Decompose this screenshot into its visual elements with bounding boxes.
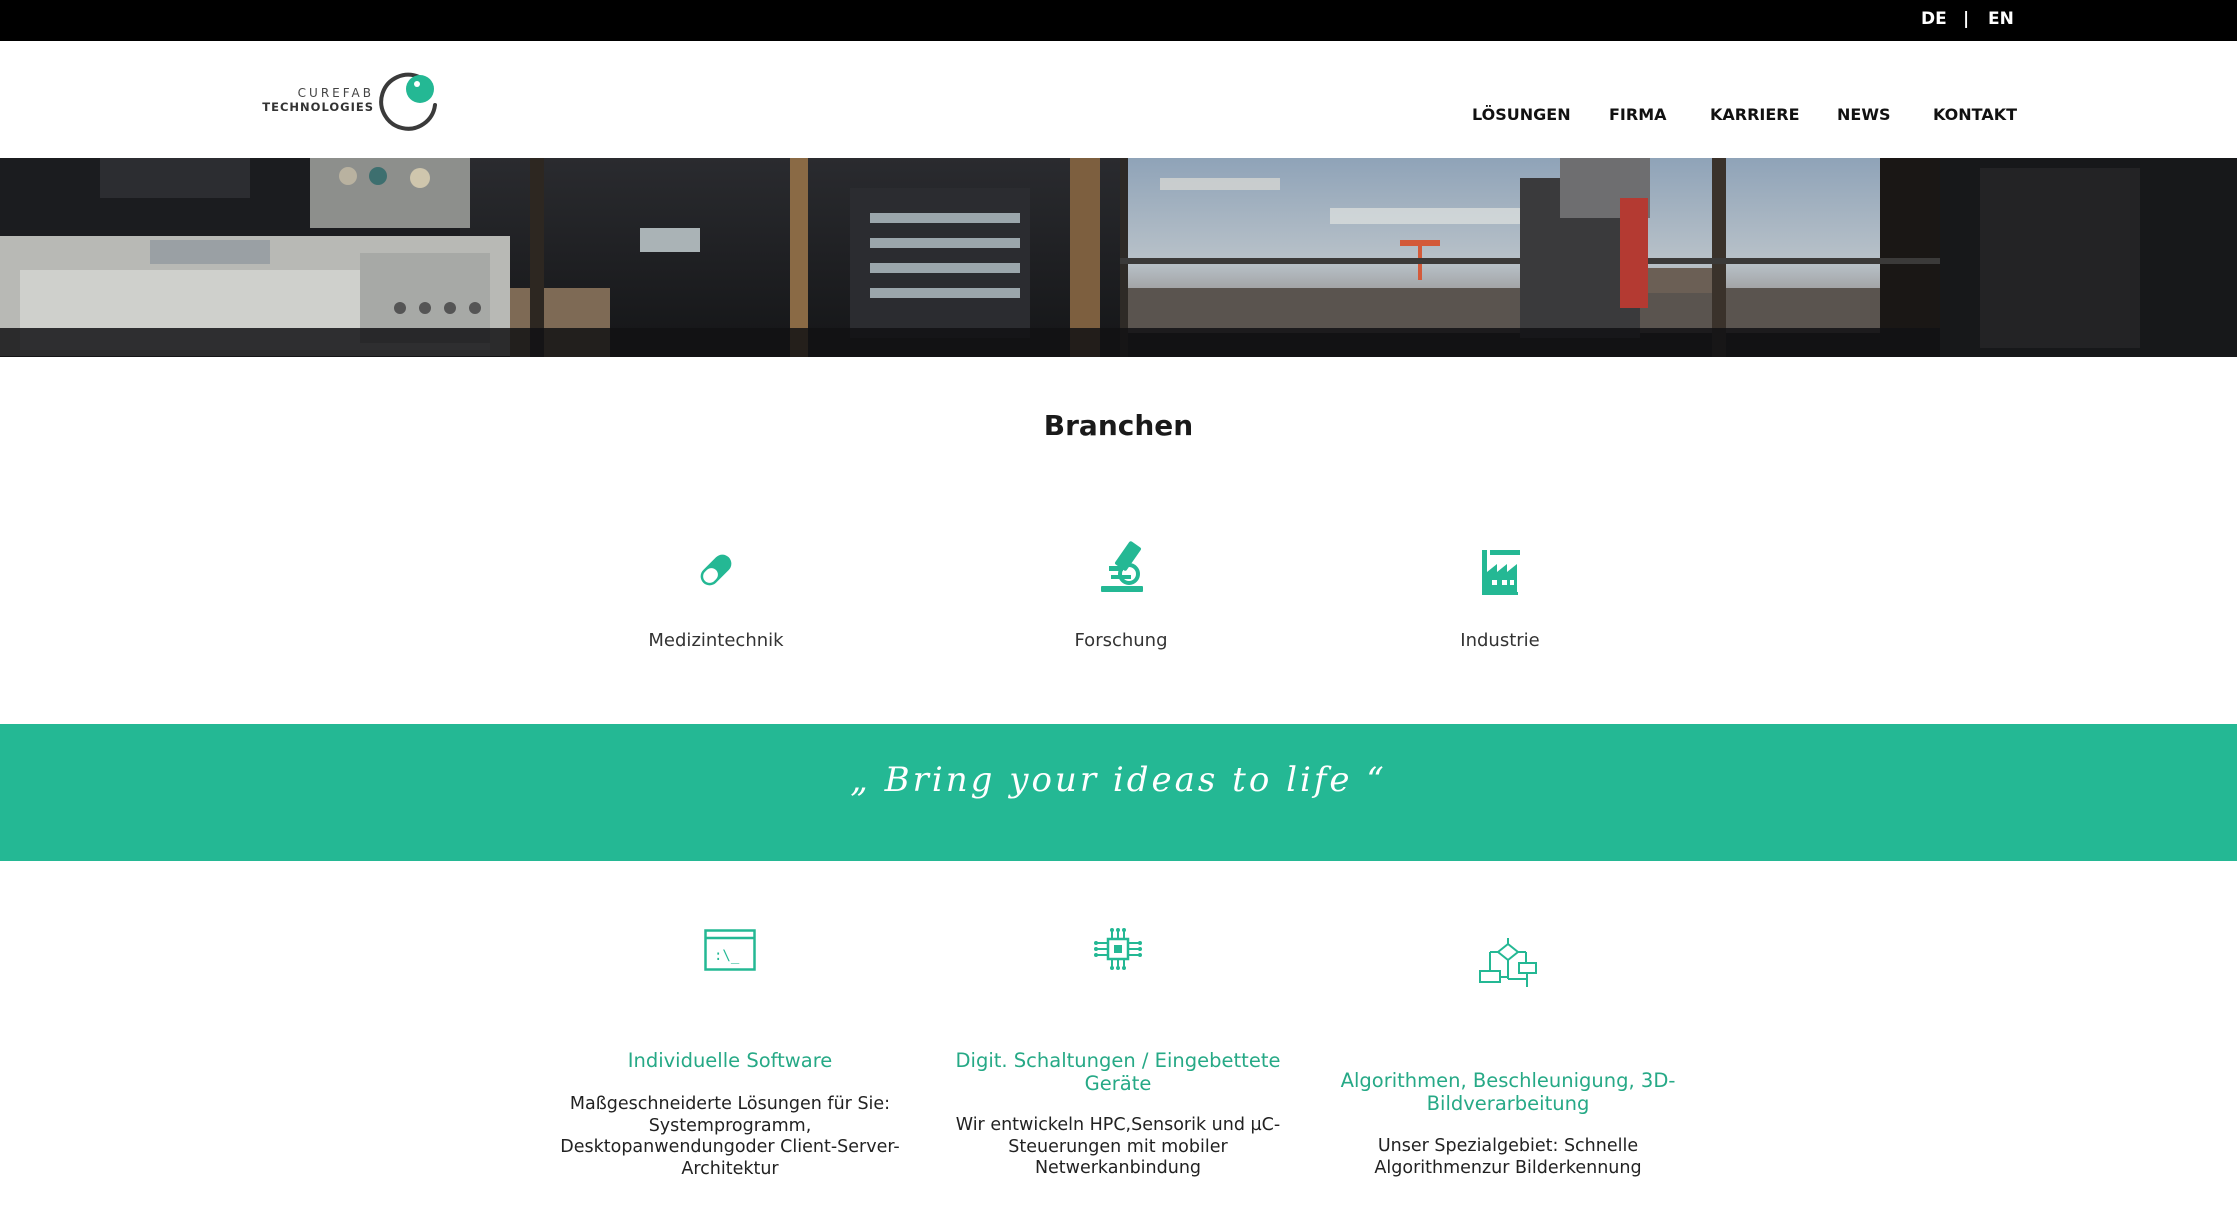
logo-mark-icon bbox=[379, 72, 437, 131]
desc-line: Wir entwickeln HPC,Sensorik und µC- bbox=[955, 1115, 1281, 1135]
lang-de-link[interactable]: DE bbox=[1921, 9, 1947, 29]
nav-news[interactable]: NEWS bbox=[1837, 105, 1891, 124]
desc-line: Systemprogramm, bbox=[648, 1115, 812, 1136]
branch-industrie[interactable]: Industrie bbox=[1370, 540, 1630, 651]
language-bar: DE | EN bbox=[0, 0, 2237, 41]
desc-line: Unser Spezialgebiet: Schnelle bbox=[1377, 1136, 1639, 1156]
microscope-icon bbox=[1101, 541, 1143, 592]
desc-line: Maßgeschneiderte Lösungen für Sie: bbox=[569, 1094, 891, 1114]
desc-line: Netwerkanbindung bbox=[1034, 1158, 1202, 1178]
branch-label: Medizintechnik bbox=[648, 630, 784, 651]
pill-icon bbox=[700, 554, 732, 586]
chip-icon bbox=[1094, 928, 1142, 970]
tagline-quote: „ Bring your ideas to life “ bbox=[850, 760, 1387, 800]
service-title: Digit. Schaltungen / Eingebettete Geräte bbox=[928, 1049, 1308, 1095]
branch-label: Forschung bbox=[1074, 630, 1168, 651]
nav-kontakt[interactable]: KONTAKT bbox=[1933, 105, 2017, 124]
svg-text::\_: :\_ bbox=[714, 948, 740, 964]
quote-band: „ Bring your ideas to life “ bbox=[0, 724, 2237, 861]
logo-line-1: CUREFAB bbox=[297, 86, 374, 100]
service-digitale-schaltungen[interactable]: Digit. Schaltungen / Eingebettete Geräte… bbox=[928, 928, 1308, 1180]
service-algorithmen[interactable]: Algorithmen, Beschleunigung, 3D- Bildver… bbox=[1318, 938, 1698, 1179]
flowchart-icon bbox=[1479, 938, 1537, 987]
title-line: Algorithmen, Beschleunigung, 3D- bbox=[1340, 1069, 1676, 1092]
branch-medizintechnik[interactable]: Medizintechnik bbox=[586, 540, 846, 651]
service-title: Individuelle Software bbox=[627, 1049, 833, 1072]
factory-icon bbox=[1482, 550, 1520, 595]
service-description: Maßgeschneiderte Lösungen für Sie: Syste… bbox=[540, 1094, 920, 1180]
title-line: Bildverarbeitung bbox=[1426, 1092, 1590, 1115]
desc-line: Algorithmenzur Bilderkennung bbox=[1374, 1157, 1642, 1178]
nav-loesungen[interactable]: LÖSUNGEN bbox=[1472, 105, 1571, 124]
hero-lab-photo bbox=[0, 158, 2237, 357]
hero-image bbox=[0, 158, 2237, 357]
desc-line: Desktopanwendungoder Client-Server- bbox=[560, 1137, 900, 1157]
service-description: Unser Spezialgebiet: Schnelle Algorithme… bbox=[1318, 1136, 1698, 1179]
service-description: Wir entwickeln HPC,Sensorik und µC- Steu… bbox=[928, 1115, 1308, 1180]
title-line: Geräte bbox=[1084, 1072, 1152, 1095]
nav-firma[interactable]: FIRMA bbox=[1609, 105, 1667, 124]
desc-line: Steuerungen mit mobiler bbox=[1008, 1136, 1228, 1157]
logo-line-2: TECHNOLOGIES bbox=[262, 100, 374, 114]
logo-wordmark: CUREFAB TECHNOLOGIES bbox=[262, 86, 374, 114]
nav-karriere[interactable]: KARRIERE bbox=[1710, 105, 1800, 124]
service-title: Algorithmen, Beschleunigung, 3D- Bildver… bbox=[1318, 1069, 1698, 1115]
desc-line: Architektur bbox=[681, 1158, 779, 1179]
lang-separator: | bbox=[1963, 9, 1970, 29]
terminal-icon: :\_ bbox=[704, 929, 756, 971]
branchen-heading: Branchen bbox=[1043, 409, 1194, 442]
service-individuelle-software[interactable]: :\_ Individuelle Software Maßgeschneider… bbox=[540, 929, 920, 1180]
site-header: CUREFAB TECHNOLOGIES LÖSUNGEN FIRMA KARR… bbox=[0, 41, 2237, 158]
lang-en-link[interactable]: EN bbox=[1988, 9, 2014, 29]
branch-label: Industrie bbox=[1460, 630, 1540, 651]
curefab-logo[interactable]: CUREFAB TECHNOLOGIES bbox=[258, 71, 443, 131]
title-line: Digit. Schaltungen / Eingebettete bbox=[955, 1049, 1281, 1072]
branch-forschung[interactable]: Forschung bbox=[991, 540, 1251, 651]
